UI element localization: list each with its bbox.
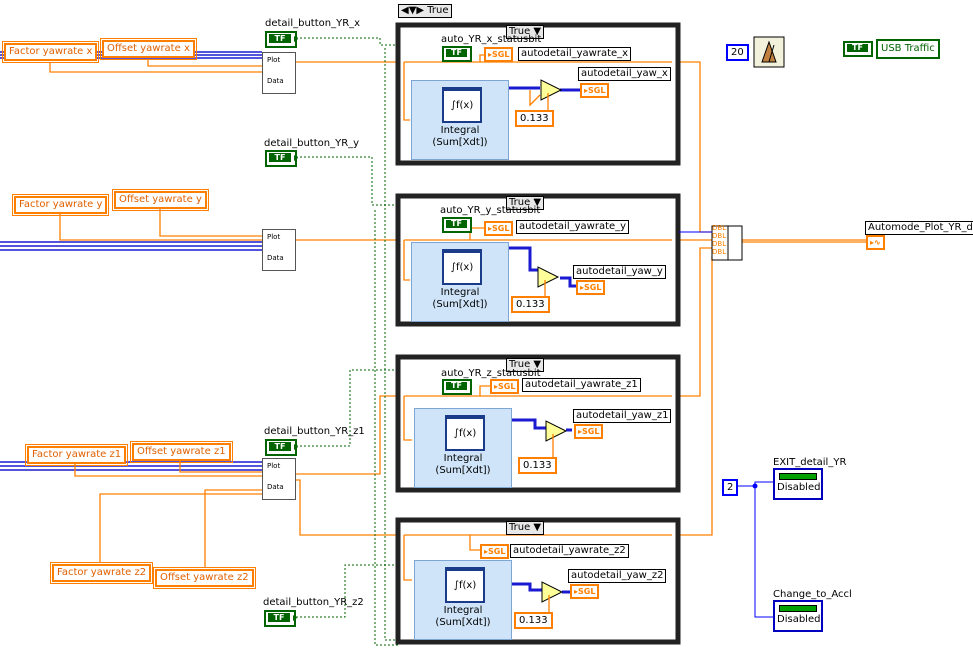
frame-4-constant[interactable]: 0.133 [514, 612, 553, 629]
button-yr-z1-label: detail_button_YR_z1 [264, 426, 365, 437]
data-port-label: Data [267, 483, 284, 491]
plot-data-node-z[interactable]: Plot Data [262, 458, 296, 500]
integral-title: Integral [440, 287, 480, 298]
integral-subtitle: (Sum[Xdt]) [432, 137, 488, 148]
build-array-port-3: DBL [712, 240, 727, 248]
change-to-accl-indicator[interactable]: Disabled [773, 600, 823, 632]
usb-traffic-terminal[interactable]: TF [843, 41, 873, 57]
frame-3-sgl-convert: ▸SGL [490, 379, 520, 394]
integral-title: Integral [440, 125, 480, 136]
button-yr-z2-label: detail_button_YR_z2 [263, 597, 364, 608]
plot-data-node-x[interactable]: Plot Data [262, 52, 296, 94]
frame-3-yaw-indicator[interactable]: ▸SGL [574, 424, 604, 439]
wait-ms-constant[interactable]: 20 [726, 44, 749, 61]
integral-title: Integral [443, 453, 483, 464]
build-array-port-2: DBL [712, 232, 727, 240]
frame-3-yawrate-indicator[interactable]: autodetail_yawrate_z1 [522, 378, 641, 392]
exit-detail-yr-indicator[interactable]: Disabled [773, 468, 823, 500]
frame-1-status-label: auto_YR_x_statusbit [441, 34, 542, 45]
waveform-icon: ∿ [874, 238, 881, 247]
button-yr-y-terminal[interactable]: TF [265, 150, 298, 167]
frame-2-constant[interactable]: 0.133 [511, 296, 550, 313]
button-yr-y-label: detail_button_YR_y [264, 138, 360, 149]
integral-title: Integral [443, 605, 483, 616]
integral-icon: ∫f(x) [445, 415, 485, 451]
integral-subtitle: (Sum[Xdt]) [435, 617, 491, 628]
frame-2-status-terminal[interactable]: TF [442, 217, 472, 233]
integral-icon: ∫f(x) [445, 567, 485, 603]
usb-traffic-constant[interactable]: USB Traffic [876, 39, 940, 59]
automode-plot-label: Automode_Plot_YR_de [865, 221, 973, 235]
frame-3-integral-node[interactable]: ∫f(x) Integral (Sum[Xdt]) [414, 408, 512, 488]
case-selector-top-arrow-icon: ◀▼▶ [401, 5, 425, 16]
factor-yawrate-z1-constant[interactable]: Factor yawrate z1 [24, 444, 129, 466]
frame-3-yaw-label: autodetail_yaw_z1 [573, 409, 672, 423]
plot-port-label: Plot [267, 233, 281, 241]
frame-2-yaw-indicator[interactable]: ▸SGL [576, 280, 606, 295]
offset-yawrate-y-constant[interactable]: Offset yawrate y [112, 189, 209, 211]
button-yr-z2-terminal[interactable]: TF [264, 610, 297, 627]
frame-2-yaw-label: autodetail_yaw_y [573, 265, 666, 279]
automode-plot-terminal[interactable]: ▸∿ [866, 235, 885, 250]
frame-4-sgl-convert: ▸SGL [480, 544, 510, 559]
accl-indicator-text: Disabled [777, 614, 821, 625]
frame-4-integral-node[interactable]: ∫f(x) Integral (Sum[Xdt]) [414, 560, 512, 640]
plot-port-label: Plot [267, 56, 281, 64]
factor-yawrate-z2-constant[interactable]: Factor yawrate z2 [49, 562, 154, 584]
integral-subtitle: (Sum[Xdt]) [435, 465, 491, 476]
offset-yawrate-z2-constant[interactable]: Offset yawrate z2 [153, 567, 256, 589]
case-selector-top[interactable]: ◀▼▶ True [398, 4, 452, 18]
offset-yawrate-x-constant[interactable]: Offset yawrate x [100, 38, 197, 60]
button-yr-x-terminal[interactable]: TF [265, 31, 298, 48]
frame-1-yaw-indicator[interactable]: ▸SGL [580, 83, 610, 98]
frame-4-yaw-label: autodetail_yaw_z2 [568, 569, 667, 583]
offset-yawrate-z1-constant[interactable]: Offset yawrate z1 [130, 441, 233, 463]
factor-yawrate-y-constant[interactable]: Factor yawrate y [11, 194, 110, 216]
frame-1-constant[interactable]: 0.133 [515, 110, 554, 127]
data-port-label: Data [267, 77, 284, 85]
frame-2-sgl-convert: ▸SGL [484, 221, 514, 236]
constant-2[interactable]: 2 [722, 479, 739, 496]
button-yr-x-label: detail_button_YR_x [265, 18, 361, 29]
frame-1-yawrate-indicator[interactable]: autodetail_yawrate_x [518, 47, 632, 61]
integral-icon: ∫f(x) [442, 87, 482, 123]
integral-icon: ∫f(x) [442, 249, 482, 285]
frame-3-status-terminal[interactable]: TF [442, 379, 472, 395]
data-port-label: Data [267, 254, 284, 262]
build-array-port-4: DBL [712, 248, 727, 256]
frame-1-status-terminal[interactable]: TF [442, 46, 472, 62]
plot-port-label: Plot [267, 462, 281, 470]
accl-indicator-bar [779, 605, 817, 612]
exit-indicator-text: Disabled [777, 482, 821, 493]
frame-2-status-label: auto_YR_y_statusbit [440, 205, 541, 216]
frame-2-yawrate-indicator[interactable]: autodetail_yawrate_y [516, 220, 630, 234]
case-selector-top-value: True [427, 5, 449, 16]
plot-data-node-y[interactable]: Plot Data [262, 229, 296, 271]
integral-subtitle: (Sum[Xdt]) [432, 299, 488, 310]
frame-1-integral-node[interactable]: ∫f(x) Integral (Sum[Xdt]) [411, 80, 509, 160]
frame-4-yaw-indicator[interactable]: ▸SGL [570, 584, 600, 599]
exit-indicator-bar [779, 473, 817, 480]
frame-2-integral-node[interactable]: ∫f(x) Integral (Sum[Xdt]) [411, 242, 509, 322]
frame-4-selector-value: True [509, 522, 531, 533]
build-array-port-1: DBL [712, 224, 727, 232]
frame-4-yawrate-indicator[interactable]: autodetail_yawrate_z2 [510, 544, 629, 558]
factor-yawrate-x-constant[interactable]: Factor yawrate x [1, 41, 100, 63]
frame-1-sgl-convert: ▸SGL [484, 47, 514, 62]
frame-4-selector[interactable]: True ▼ [506, 521, 545, 535]
frame-3-constant[interactable]: 0.133 [518, 457, 557, 474]
frame-1-yaw-label: autodetail_yaw_x [578, 67, 671, 81]
button-yr-z1-terminal[interactable]: TF [265, 439, 298, 456]
